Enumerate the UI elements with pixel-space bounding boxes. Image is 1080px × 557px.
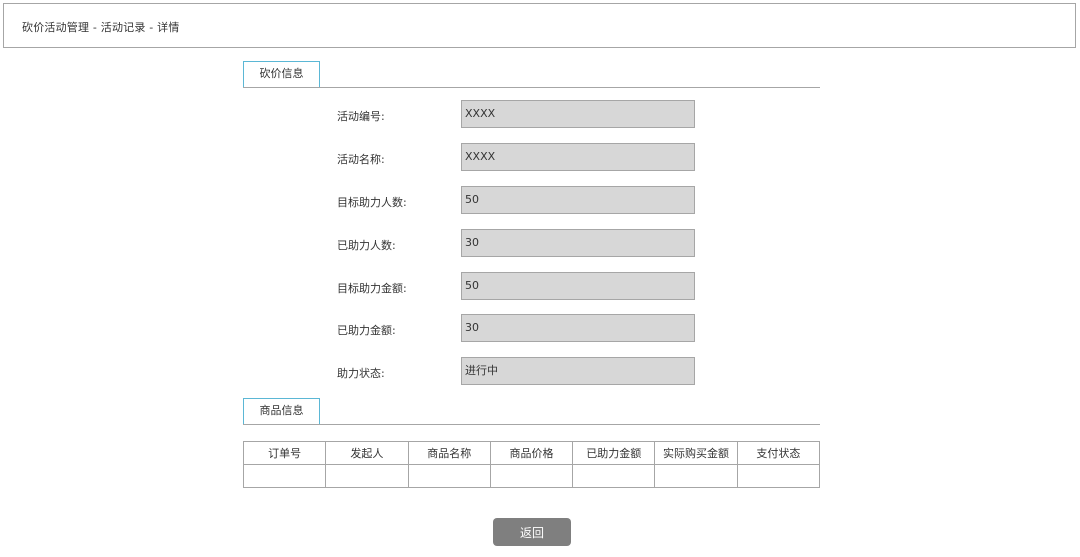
table-cell [736, 464, 821, 488]
tab-goods-info[interactable]: 商品信息 [243, 398, 320, 424]
target-helpers-field: 50 [461, 186, 695, 214]
target-amount-field: 50 [461, 272, 695, 300]
target-amount-label: 目标助力金额: [337, 282, 407, 295]
help-status-field: 进行中 [461, 357, 695, 385]
activity-name-label: 活动名称: [337, 153, 385, 166]
breadcrumb: 砍价活动管理 - 活动记录 - 详情 [22, 21, 180, 34]
return-button[interactable]: 返回 [493, 518, 571, 546]
activity-name-field: XXXX [461, 143, 695, 171]
tab-bargain-info[interactable]: 砍价信息 [243, 61, 320, 87]
table-cell [489, 464, 574, 488]
table-row [242, 464, 821, 488]
table-cell [242, 464, 327, 488]
section-divider [243, 87, 820, 88]
section-divider [243, 424, 820, 425]
breadcrumb-bar: 砍价活动管理 - 活动记录 - 详情 [3, 3, 1076, 48]
column-header-order-no: 订单号 [242, 441, 327, 465]
current-helpers-label: 已助力人数: [337, 239, 396, 252]
goods-table: 订单号 发起人 商品名称 商品价格 已助力金额 实际购买金额 支付状态 [242, 441, 821, 488]
help-status-label: 助力状态: [337, 367, 385, 380]
column-header-goods-price: 商品价格 [489, 441, 574, 465]
column-header-pay-status: 支付状态 [736, 441, 821, 465]
column-header-initiator: 发起人 [325, 441, 409, 465]
table-cell [654, 464, 738, 488]
table-header-row: 订单号 发起人 商品名称 商品价格 已助力金额 实际购买金额 支付状态 [242, 441, 821, 465]
column-header-actual-amount: 实际购买金额 [654, 441, 738, 465]
activity-id-field: XXXX [461, 100, 695, 128]
column-header-goods-name: 商品名称 [407, 441, 491, 465]
current-helpers-field: 30 [461, 229, 695, 257]
target-helpers-label: 目标助力人数: [337, 196, 407, 209]
table-cell [572, 464, 656, 488]
current-amount-label: 已助力金额: [337, 324, 396, 337]
activity-id-label: 活动编号: [337, 110, 385, 123]
table-cell [325, 464, 409, 488]
current-amount-field: 30 [461, 314, 695, 342]
table-cell [407, 464, 491, 488]
column-header-helped-amount: 已助力金额 [572, 441, 656, 465]
